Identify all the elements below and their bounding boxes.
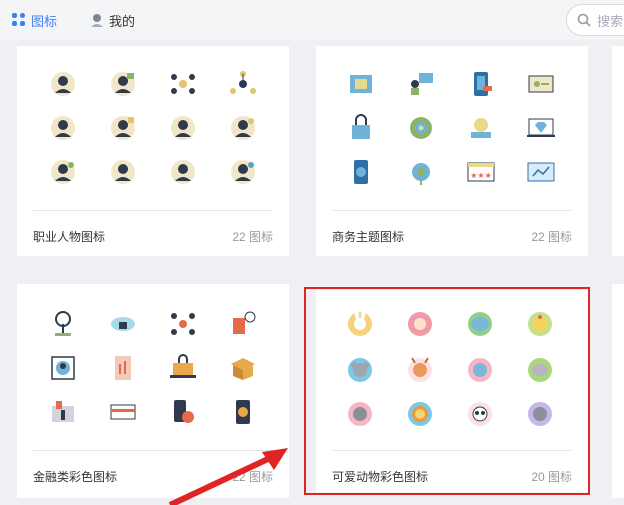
person-icon	[111, 116, 135, 140]
business-icon-grid: ★★★	[350, 72, 555, 185]
rating-window-icon: ★★★	[467, 162, 495, 182]
search-placeholder: 搜索	[597, 13, 624, 29]
phone-coin-icon	[236, 400, 250, 424]
rabbit-icon	[348, 308, 372, 336]
laptop-lock-icon	[170, 354, 196, 378]
grid-icon	[12, 13, 26, 27]
phone-icon	[474, 72, 492, 96]
chart-window-icon	[527, 162, 555, 182]
phone-gear-icon	[174, 400, 194, 423]
network-icon	[171, 313, 195, 335]
card-title[interactable]: 可爱动物彩色图标	[332, 468, 428, 485]
search-icon	[577, 13, 591, 27]
professionals-icon-grid	[51, 71, 256, 184]
person-icon	[51, 116, 75, 140]
tab-mine[interactable]: 我的	[90, 10, 135, 30]
mobile-icon	[354, 160, 368, 184]
document-icon	[350, 75, 372, 93]
animal-icon-grid	[348, 308, 552, 426]
person-icon	[171, 160, 195, 184]
lion-icon	[408, 402, 432, 426]
person-icon	[51, 160, 75, 184]
tab-icons[interactable]: 图标	[12, 10, 57, 30]
presenter-icon	[411, 73, 433, 95]
icon-set-card-business[interactable]: ★★★ 商务主题图标 22 图标	[316, 46, 588, 256]
annotation-arrow	[168, 448, 288, 505]
gem-icon	[527, 118, 555, 137]
tab-icons-label: 图标	[31, 13, 58, 29]
elephant-icon	[468, 312, 492, 336]
hedgehog-icon	[408, 312, 432, 336]
koala-icon	[348, 358, 372, 382]
partial-card-right-bottom	[612, 284, 624, 498]
cow-icon	[468, 358, 492, 382]
card-title[interactable]: 商务主题图标	[332, 228, 404, 245]
tree-icon	[55, 311, 71, 336]
lock-icon	[352, 114, 370, 139]
card-divider	[332, 450, 572, 451]
person-icon	[51, 72, 75, 96]
chick-icon	[528, 312, 552, 336]
search-box[interactable]: 搜索	[566, 4, 624, 36]
person-icon	[231, 116, 255, 140]
card-title[interactable]: 职业人物图标	[33, 228, 105, 245]
bank-icon	[52, 401, 74, 422]
top-bar: 图标 我的 搜索	[0, 0, 624, 40]
hippo-icon	[528, 358, 552, 382]
tab-mine-label: 我的	[109, 13, 136, 29]
icon-count: 20 图标	[531, 470, 572, 484]
deer-icon	[408, 357, 432, 382]
location-icon	[410, 117, 432, 139]
box-icon	[231, 358, 255, 380]
finance-icon-grid	[51, 311, 256, 424]
cat-icon	[348, 402, 372, 426]
network-icon	[171, 74, 195, 94]
icon-count: 22 图标	[531, 230, 572, 244]
card-divider	[332, 210, 572, 211]
profile-scan-icon	[51, 356, 75, 380]
person-icon	[231, 160, 255, 184]
icon-set-card-cute-animals[interactable]: 可爱动物彩色图标 20 图标	[316, 290, 588, 492]
cloud-lock-icon	[111, 317, 135, 331]
panda-icon	[468, 402, 492, 426]
partial-card-right-top	[612, 46, 624, 256]
card-title[interactable]: 金融类彩色图标	[33, 468, 117, 485]
card-payment-icon	[110, 404, 136, 420]
touch-clock-icon	[233, 311, 256, 334]
rhino-icon	[528, 402, 552, 426]
icon-count: 22 图标	[232, 230, 273, 244]
flower-icon	[412, 163, 430, 185]
person-icon	[171, 116, 195, 140]
card-divider	[33, 210, 273, 211]
icon-set-card-professionals[interactable]: 职业人物图标 22 图标	[17, 46, 289, 256]
bulb-icon	[471, 118, 491, 138]
key-card-icon	[528, 75, 554, 93]
person-icon	[111, 160, 135, 184]
svg-text:★★★: ★★★	[470, 171, 492, 180]
person-icon	[111, 72, 135, 96]
network-icon	[230, 71, 256, 94]
user-icon	[91, 14, 103, 27]
receipt-icon	[115, 356, 131, 380]
